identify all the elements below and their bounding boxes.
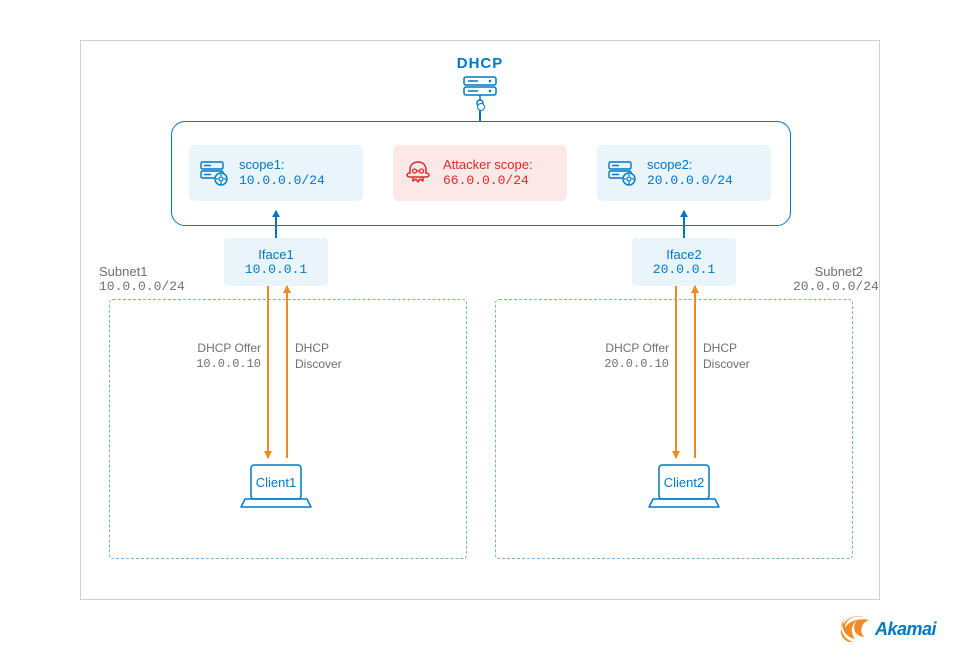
subnet1-name: Subnet1 bbox=[99, 264, 185, 279]
subnet1-range: 10.0.0.0/24 bbox=[99, 279, 185, 294]
arrow-dhcp-discover-1 bbox=[286, 286, 288, 458]
arrow-iface2-to-scope2 bbox=[683, 211, 685, 238]
iface2-card: Iface2 20.0.0.1 bbox=[632, 238, 736, 286]
subnet2-box bbox=[495, 299, 853, 559]
attacker-title: Attacker scope: bbox=[443, 157, 533, 173]
discover2-label: DHCP Discover bbox=[703, 341, 750, 372]
client2: Client2 bbox=[639, 461, 729, 514]
offer2-caption: DHCP Offer 20.0.0.10 bbox=[599, 341, 669, 372]
attacker-scope-card: Attacker scope: 66.0.0.0/24 bbox=[393, 145, 567, 201]
scope2-range: 20.0.0.0/24 bbox=[647, 173, 733, 189]
scope2-card: scope2: 20.0.0.0/24 bbox=[597, 145, 771, 201]
akamai-wave-icon bbox=[837, 614, 871, 644]
scope-server-icon bbox=[199, 158, 229, 188]
dhcp-connector-line bbox=[479, 107, 481, 121]
discover1-label: DHCP Discover bbox=[295, 341, 342, 372]
offer1-ip: 10.0.0.10 bbox=[191, 357, 261, 373]
akamai-logo: Akamai bbox=[837, 614, 936, 644]
subnet2-range: 20.0.0.0/24 bbox=[793, 279, 863, 294]
subnet2-label: Subnet2 20.0.0.0/24 bbox=[793, 264, 863, 294]
discover1-caption: DHCP Discover bbox=[295, 341, 342, 372]
scope1-card: scope1: 10.0.0.0/24 bbox=[189, 145, 363, 201]
client2-label: Client2 bbox=[639, 475, 729, 490]
iface2-ip: 20.0.0.1 bbox=[653, 262, 715, 277]
discover2-caption: DHCP Discover bbox=[703, 341, 750, 372]
subnet1-label: Subnet1 10.0.0.0/24 bbox=[99, 264, 185, 294]
client1-label: Client1 bbox=[231, 475, 321, 490]
offer2-ip: 20.0.0.10 bbox=[599, 357, 669, 373]
attacker-range: 66.0.0.0/24 bbox=[443, 173, 533, 189]
subnet1-box bbox=[109, 299, 467, 559]
diagram-frame: DHCP bbox=[80, 40, 880, 600]
scope-server-icon bbox=[607, 158, 637, 188]
iface1-ip: 10.0.0.1 bbox=[245, 262, 307, 277]
attacker-icon bbox=[403, 158, 433, 188]
dhcp-title: DHCP bbox=[457, 55, 504, 72]
scope1-title: scope1: bbox=[239, 157, 325, 173]
iface1-card: Iface1 10.0.0.1 bbox=[224, 238, 328, 286]
arrow-dhcp-offer-2 bbox=[675, 286, 677, 458]
akamai-logo-text: Akamai bbox=[875, 619, 936, 640]
offer1-caption: DHCP Offer 10.0.0.10 bbox=[191, 341, 261, 372]
offer1-label: DHCP Offer bbox=[191, 341, 261, 357]
client1: Client1 bbox=[231, 461, 321, 514]
arrow-iface1-to-scope1 bbox=[275, 211, 277, 238]
offer2-label: DHCP Offer bbox=[599, 341, 669, 357]
scope2-title: scope2: bbox=[647, 157, 733, 173]
arrow-dhcp-offer-1 bbox=[267, 286, 269, 458]
scope1-range: 10.0.0.0/24 bbox=[239, 173, 325, 189]
iface2-name: Iface2 bbox=[666, 247, 701, 262]
subnet2-name: Subnet2 bbox=[793, 264, 863, 279]
iface1-name: Iface1 bbox=[258, 247, 293, 262]
arrow-dhcp-discover-2 bbox=[694, 286, 696, 458]
